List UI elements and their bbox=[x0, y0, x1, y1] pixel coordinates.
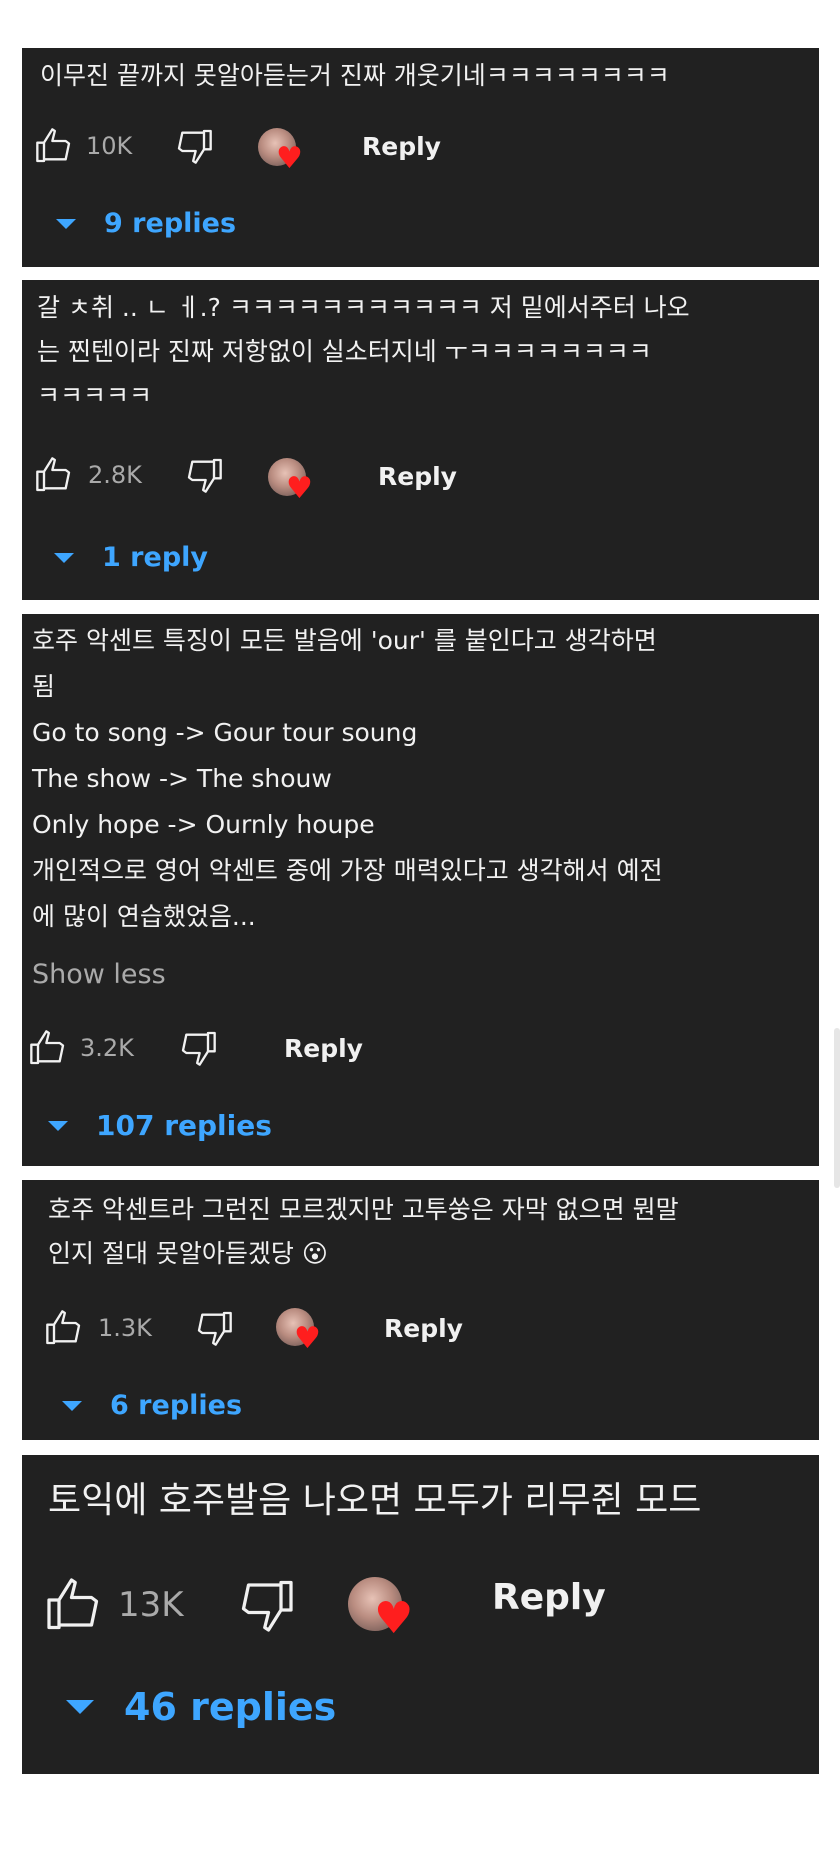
reply-button[interactable]: Reply bbox=[492, 1577, 606, 1618]
caret-down-icon bbox=[56, 218, 76, 229]
comment-text: 호주 악센트라 그런진 모르겠지만 고투쑹은 자막 없으면 뭔말 인지 절대 못… bbox=[48, 1195, 679, 1268]
heart-icon: ♥ bbox=[276, 141, 303, 176]
replies-count: 6 replies bbox=[110, 1390, 243, 1421]
comment-card: 호주 악센트 특징이 모든 발음에 'our' 를 붙인다고 생각하면 됨 Go… bbox=[22, 614, 819, 1166]
like-count: 3.2K bbox=[80, 1034, 134, 1062]
thumbs-up-icon bbox=[44, 1575, 104, 1635]
heart-icon: ♥ bbox=[286, 471, 313, 506]
reply-button[interactable]: Reply bbox=[284, 1034, 363, 1063]
like-button[interactable]: 1.3K bbox=[44, 1308, 152, 1348]
view-replies-button[interactable]: 46 replies bbox=[66, 1685, 336, 1729]
like-button[interactable]: 2.8K bbox=[34, 455, 142, 495]
replies-count: 46 replies bbox=[124, 1685, 337, 1729]
like-count: 2.8K bbox=[88, 461, 142, 489]
thumbs-up-icon bbox=[34, 455, 74, 495]
thumbs-up-icon bbox=[28, 1028, 68, 1068]
heart-icon: ♥ bbox=[374, 1593, 414, 1644]
view-replies-button[interactable]: 9 replies bbox=[56, 208, 236, 239]
comment-text: 갈 ㅊ취 .. ㄴ ㅔ.? ㅋㅋㅋㅋㅋㅋㅋㅋㅋㅋㅋ 저 밑에서주터 나오 는 찐… bbox=[37, 293, 690, 410]
like-count: 10K bbox=[86, 132, 133, 160]
scrollbar[interactable] bbox=[834, 1028, 840, 1188]
like-count: 1.3K bbox=[98, 1314, 152, 1342]
comment-card: 토익에 호주발음 나오면 모두가 리무쥔 모드 13K ♥ Reply 46 r… bbox=[22, 1455, 819, 1774]
view-replies-button[interactable]: 6 replies bbox=[62, 1390, 242, 1421]
reply-button[interactable]: Reply bbox=[384, 1314, 463, 1343]
like-button[interactable]: 10K bbox=[34, 126, 132, 166]
thumbs-up-icon bbox=[44, 1308, 84, 1348]
comment-text: 호주 악센트 특징이 모든 발음에 'our' 를 붙인다고 생각하면 됨 Go… bbox=[32, 626, 663, 931]
reply-button[interactable]: Reply bbox=[378, 462, 457, 491]
thumbs-up-icon bbox=[34, 126, 74, 166]
caret-down-icon bbox=[66, 1700, 94, 1714]
replies-count: 9 replies bbox=[104, 208, 237, 239]
like-button[interactable]: 13K bbox=[44, 1575, 184, 1635]
caret-down-icon bbox=[62, 1400, 82, 1411]
heart-icon: ♥ bbox=[294, 1321, 321, 1356]
comment-text: 이무진 끝까지 못알아듣는거 진짜 개웃기네ㅋㅋㅋㅋㅋㅋㅋㅋ bbox=[40, 61, 670, 90]
comment-text: 토익에 호주발음 나오면 모두가 리무쥔 모드 bbox=[48, 1480, 702, 1521]
view-replies-button[interactable]: 107 replies bbox=[48, 1109, 272, 1142]
like-button[interactable]: 3.2K bbox=[28, 1028, 134, 1068]
comment-card: 이무진 끝까지 못알아듣는거 진짜 개웃기네ㅋㅋㅋㅋㅋㅋㅋㅋ 10K ♥ Rep… bbox=[22, 48, 819, 267]
thumbs-down-icon[interactable] bbox=[184, 455, 224, 495]
replies-count: 107 replies bbox=[96, 1109, 272, 1142]
caret-down-icon bbox=[54, 552, 74, 563]
thumbs-down-icon[interactable] bbox=[194, 1308, 234, 1348]
thumbs-down-icon[interactable] bbox=[236, 1575, 296, 1635]
caret-down-icon bbox=[48, 1120, 68, 1131]
comment-card: 호주 악센트라 그런진 모르겠지만 고투쑹은 자막 없으면 뭔말 인지 절대 못… bbox=[22, 1180, 819, 1440]
replies-count: 1 reply bbox=[102, 542, 208, 573]
view-replies-button[interactable]: 1 reply bbox=[54, 542, 208, 573]
show-less-button[interactable]: Show less bbox=[32, 958, 166, 992]
like-count: 13K bbox=[118, 1585, 184, 1625]
thumbs-down-icon[interactable] bbox=[174, 126, 214, 166]
thumbs-down-icon[interactable] bbox=[178, 1028, 218, 1068]
reply-button[interactable]: Reply bbox=[362, 132, 441, 161]
comment-card: 갈 ㅊ취 .. ㄴ ㅔ.? ㅋㅋㅋㅋㅋㅋㅋㅋㅋㅋㅋ 저 밑에서주터 나오 는 찐… bbox=[22, 280, 819, 600]
